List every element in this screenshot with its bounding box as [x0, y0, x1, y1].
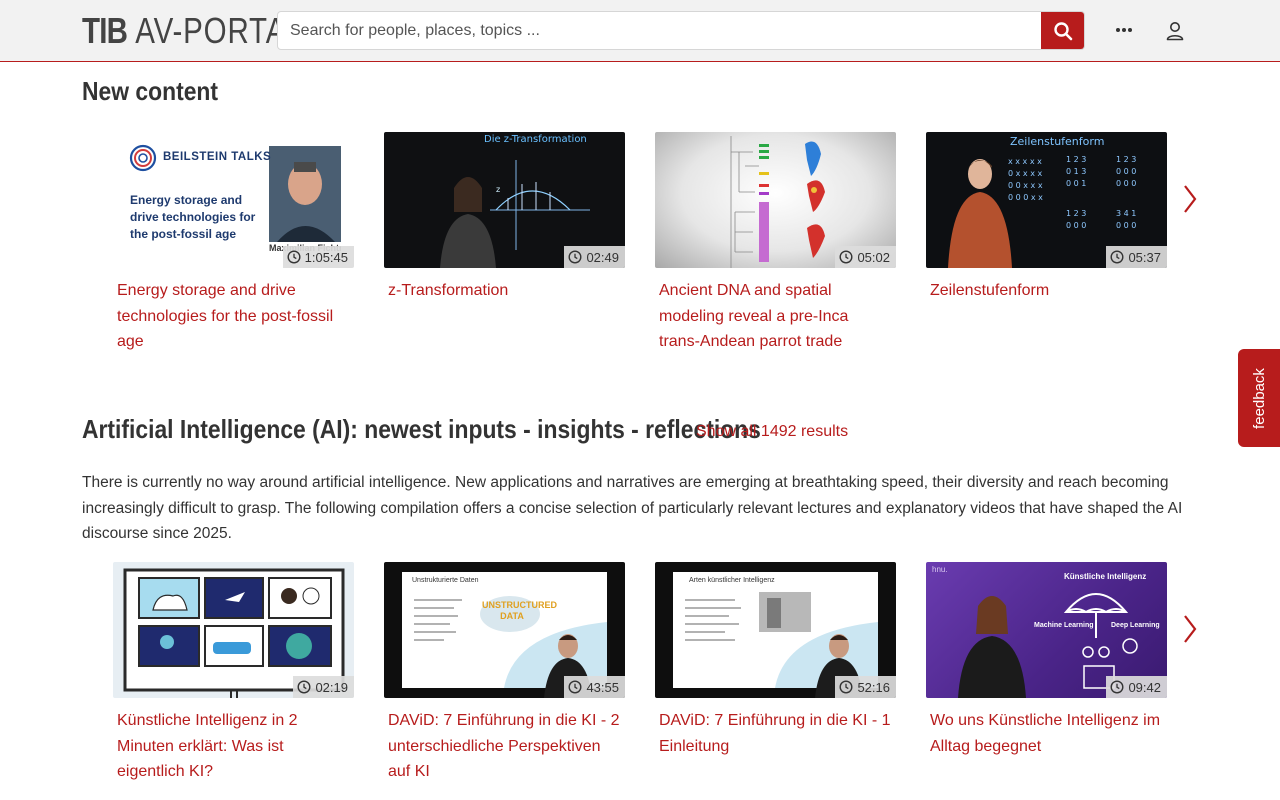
svg-text:3 4 1: 3 4 1	[1116, 209, 1136, 218]
svg-text:1 2 3: 1 2 3	[1066, 209, 1086, 218]
thumb-brand: BEILSTEIN TALKS	[163, 151, 272, 163]
user-icon	[1166, 22, 1184, 41]
duration-text: 43:55	[586, 679, 619, 695]
video-card[interactable]: hnu. Künstliche Intelligenz Machine Lear…	[926, 562, 1167, 759]
duration-text: 1:05:45	[304, 249, 348, 265]
video-title-link[interactable]: Zeilenstufenform	[926, 278, 1167, 304]
video-title-link[interactable]: Energy storage and drive technologies fo…	[113, 278, 354, 355]
duration-badge: 05:02	[835, 246, 896, 268]
thumb-deep-learning: Deep Learning	[1111, 622, 1160, 629]
video-card[interactable]: BEILSTEIN TALKS Energy storage and drive…	[113, 132, 354, 355]
video-title-link[interactable]: DAViD: 7 Einführung in die KI - 1 Einlei…	[655, 708, 896, 759]
thumb-text: Künstliche Intelligenz	[1064, 572, 1147, 581]
clock-icon	[297, 680, 311, 694]
svg-text:0 1 3: 0 1 3	[1066, 167, 1086, 176]
clock-icon	[568, 250, 582, 264]
video-thumbnail[interactable]: 05:02	[655, 132, 896, 268]
svg-text:0 0 0: 0 0 0	[1066, 221, 1086, 230]
svg-text:0 0 0: 0 0 0	[1116, 221, 1136, 230]
svg-text:0 0 0: 0 0 0	[1116, 167, 1136, 176]
duration-text: 05:02	[857, 249, 890, 265]
svg-text:0 x x x x: 0 x x x x	[1008, 169, 1042, 178]
logo-tib: TIB	[82, 10, 128, 51]
thumb-text: Zeilenstufenform	[1010, 135, 1105, 148]
search-icon	[1053, 21, 1072, 40]
video-thumbnail[interactable]: Unstrukturierte Daten UNSTRUCTURED DATA …	[384, 562, 625, 698]
video-title-link[interactable]: z-Transformation	[384, 278, 625, 304]
carousel-next-button[interactable]	[1178, 182, 1202, 216]
thumb-text: Arten künstlicher Intelligenz	[689, 577, 775, 584]
more-menu-button[interactable]	[1110, 18, 1138, 42]
duration-badge: 02:19	[293, 676, 354, 698]
video-card[interactable]: Arten künstlicher Intelligenz 52:16 DAVi…	[655, 562, 896, 759]
search-button[interactable]	[1041, 12, 1084, 49]
chevron-right-icon	[1184, 185, 1197, 213]
site-logo[interactable]: TIB AV-PORTAL	[82, 10, 303, 51]
svg-text:0 0 x x x: 0 0 x x x	[1008, 181, 1043, 190]
duration-badge: 52:16	[835, 676, 896, 698]
video-card[interactable]: z Die z-Transformation 02:49 z-Transform…	[384, 132, 625, 304]
video-card[interactable]: 05:02 Ancient DNA and spatial modeling r…	[655, 132, 896, 355]
duration-text: 52:16	[857, 679, 890, 695]
duration-badge: 43:55	[564, 676, 625, 698]
video-thumbnail[interactable]: hnu. Künstliche Intelligenz Machine Lear…	[926, 562, 1167, 698]
video-title-link[interactable]: DAViD: 7 Einführung in die KI - 2 unters…	[384, 708, 625, 785]
duration-text: 02:49	[586, 249, 619, 265]
svg-text:1 2 3: 1 2 3	[1066, 155, 1086, 164]
search-bar	[277, 11, 1085, 50]
ai-section-title: Artificial Intelligence (AI): newest inp…	[82, 414, 761, 444]
svg-text:x x x x x: x x x x x	[1008, 157, 1042, 166]
carousel-next-button[interactable]	[1178, 612, 1202, 646]
duration-text: 09:42	[1128, 679, 1161, 695]
video-thumbnail[interactable]: BEILSTEIN TALKS Energy storage and drive…	[113, 132, 354, 268]
search-input[interactable]	[278, 12, 1042, 49]
video-title-link[interactable]: Ancient DNA and spatial modeling reveal …	[655, 278, 896, 355]
duration-text: 05:37	[1128, 249, 1161, 265]
svg-text:0 0 0: 0 0 0	[1116, 179, 1136, 188]
svg-text:0 0 1: 0 0 1	[1066, 179, 1086, 188]
feedback-label: feedback	[1250, 367, 1268, 429]
video-title-link[interactable]: Wo uns Künstliche Intelligenz im Alltag …	[926, 708, 1167, 759]
video-thumbnail[interactable]: x x x x x 0 x x x x 0 0 x x x 0 0 0 x x 1 2…	[926, 132, 1167, 268]
duration-badge: 09:42	[1106, 676, 1167, 698]
svg-text:z: z	[496, 185, 500, 194]
video-card[interactable]: Unstrukturierte Daten UNSTRUCTURED DATA …	[384, 562, 625, 785]
video-title-link[interactable]: Künstliche Intelligenz in 2 Minuten erkl…	[113, 708, 354, 785]
thumb-text: Unstrukturierte Daten	[412, 577, 479, 584]
more-horizontal-icon	[1116, 28, 1132, 32]
clock-icon	[1110, 680, 1124, 694]
duration-badge: 05:37	[1106, 246, 1167, 268]
ai-section-description: There is currently no way around artific…	[82, 474, 1183, 542]
video-card[interactable]: x x x x x 0 x x x x 0 0 x x x 0 0 0 x x 1 2…	[926, 132, 1167, 304]
svg-text:1 2 3: 1 2 3	[1116, 155, 1136, 164]
thumb-text: Die z-Transformation	[484, 134, 587, 145]
thumb-machine-learning: Machine Learning	[1034, 622, 1094, 629]
thumb-overlay-word: UNSTRUCTURED DATA	[482, 600, 557, 621]
video-thumbnail[interactable]: Arten künstlicher Intelligenz 52:16	[655, 562, 896, 698]
clock-icon	[287, 250, 301, 264]
video-thumbnail[interactable]: z Die z-Transformation 02:49	[384, 132, 625, 268]
duration-text: 02:19	[315, 679, 348, 695]
top-header: TIB AV-PORTAL	[0, 0, 1280, 62]
feedback-tab[interactable]: feedback	[1238, 349, 1280, 447]
clock-icon	[568, 680, 582, 694]
clock-icon	[1110, 250, 1124, 264]
user-account-button[interactable]	[1162, 18, 1188, 44]
svg-text:0 0 0 x x: 0 0 0 x x	[1008, 193, 1043, 202]
thumb-text: Energy storage and drive technologies fo…	[130, 193, 256, 241]
video-thumbnail[interactable]: 02:19	[113, 562, 354, 698]
thumb-logo: hnu.	[932, 565, 948, 574]
duration-badge: 1:05:45	[282, 246, 354, 268]
clock-icon	[839, 680, 853, 694]
show-all-results-link[interactable]: Show all 1492 results	[696, 423, 848, 441]
duration-badge: 02:49	[564, 246, 625, 268]
clock-icon	[839, 250, 853, 264]
new-content-title: New content	[82, 76, 219, 106]
video-card[interactable]: 02:19 Künstliche Intelligenz in 2 Minute…	[113, 562, 354, 785]
chevron-right-icon	[1184, 615, 1197, 643]
